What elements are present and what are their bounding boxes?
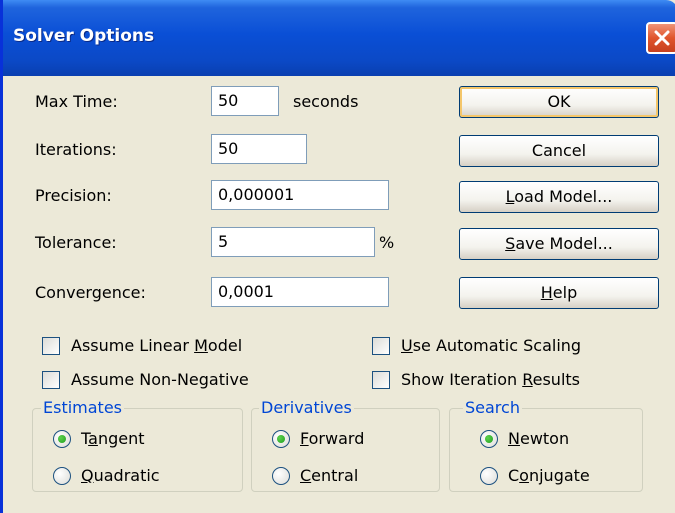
radio-selected-dot <box>485 435 493 443</box>
assume-nonneg-label-pre: Assume Non-Negative <box>71 370 249 389</box>
help-button[interactable]: Help <box>459 277 659 309</box>
assume-linear-accelerator: M <box>194 336 208 355</box>
search-group-title: Search <box>463 398 522 417</box>
max-time-label: Max Time: <box>35 92 118 111</box>
convergence-input[interactable]: 0,0001 <box>211 277 389 307</box>
max-time-unit: seconds <box>293 92 359 111</box>
show-iteration-results-checkbox[interactable] <box>372 371 390 389</box>
save-model-label: ave Model... <box>515 234 613 253</box>
central-label-post: entral <box>311 466 359 485</box>
assume-non-negative-checkbox[interactable] <box>42 371 60 389</box>
conjugate-accelerator: o <box>519 466 529 485</box>
assume-linear-label-post: odel <box>207 336 243 355</box>
forward-radio[interactable] <box>272 430 290 448</box>
radio-selected-dot <box>277 435 285 443</box>
estimates-group-title: Estimates <box>41 398 125 417</box>
max-time-input[interactable]: 50 <box>211 86 279 116</box>
central-label[interactable]: Central <box>300 466 358 485</box>
conjugate-label[interactable]: Conjugate <box>508 466 590 485</box>
quadratic-label-post: uadratic <box>93 466 160 485</box>
precision-label: Precision: <box>35 186 112 205</box>
conjugate-label-pre: C <box>508 466 520 485</box>
newton-accelerator: N <box>508 429 520 448</box>
precision-input[interactable]: 0,000001 <box>211 180 389 210</box>
tolerance-label: Tolerance: <box>35 233 117 252</box>
iter-results-label-post: esults <box>532 370 580 389</box>
help-accelerator: H <box>540 283 553 302</box>
close-icon <box>654 30 670 46</box>
use-automatic-scaling-label[interactable]: Use Automatic Scaling <box>401 336 581 355</box>
iter-results-label-pre: Show Iteration <box>401 370 523 389</box>
load-model-label: oad Model... <box>514 187 613 206</box>
iterations-label: Iterations: <box>35 140 117 159</box>
help-label: elp <box>552 283 578 302</box>
central-radio[interactable] <box>272 467 290 485</box>
save-model-accelerator: S <box>505 234 516 253</box>
newton-radio[interactable] <box>480 430 498 448</box>
save-model-button[interactable]: Save Model... <box>459 228 659 260</box>
ok-button[interactable]: OK <box>459 86 659 118</box>
quadratic-label[interactable]: Quadratic <box>81 466 160 485</box>
close-button[interactable] <box>646 22 675 54</box>
conjugate-radio[interactable] <box>480 467 498 485</box>
tangent-label[interactable]: Tangent <box>81 429 145 448</box>
iter-results-accelerator: R <box>522 370 533 389</box>
iterations-input[interactable]: 50 <box>211 134 307 164</box>
solver-options-dialog: Solver Options Max Time: 50 seconds Iter… <box>0 0 675 513</box>
load-model-accelerator: L <box>505 187 515 206</box>
assume-linear-model-label[interactable]: Assume Linear Model <box>71 336 242 355</box>
forward-label-post: orward <box>308 429 365 448</box>
conjugate-label-post: njugate <box>528 466 590 485</box>
convergence-label: Convergence: <box>35 283 146 302</box>
load-model-button[interactable]: Load Model... <box>459 181 659 213</box>
assume-linear-label-pre: Assume Linear <box>71 336 195 355</box>
tangent-accelerator: a <box>88 429 98 448</box>
central-accelerator: C <box>300 466 312 485</box>
tolerance-unit: % <box>379 233 395 252</box>
dialog-title: Solver Options <box>13 26 155 46</box>
tangent-radio[interactable] <box>53 430 71 448</box>
tolerance-input[interactable]: 5 <box>211 227 375 257</box>
assume-non-negative-label[interactable]: Assume Non-Negative <box>71 370 249 389</box>
cancel-button[interactable]: Cancel <box>459 135 659 167</box>
show-iteration-results-label[interactable]: Show Iteration Results <box>401 370 580 389</box>
radio-selected-dot <box>58 435 66 443</box>
quadratic-accelerator: Q <box>81 466 94 485</box>
assume-linear-model-checkbox[interactable] <box>42 337 60 355</box>
quadratic-radio[interactable] <box>53 467 71 485</box>
newton-label-post: ewton <box>519 429 570 448</box>
title-bar[interactable]: Solver Options <box>3 0 675 76</box>
forward-label[interactable]: Forward <box>300 429 364 448</box>
scaling-label-post: se Automatic Scaling <box>412 336 582 355</box>
newton-label[interactable]: Newton <box>508 429 569 448</box>
tangent-label-post: ngent <box>97 429 145 448</box>
forward-accelerator: F <box>300 429 309 448</box>
scaling-accelerator: U <box>401 336 413 355</box>
use-automatic-scaling-checkbox[interactable] <box>372 337 390 355</box>
derivatives-group-title: Derivatives <box>259 398 354 417</box>
